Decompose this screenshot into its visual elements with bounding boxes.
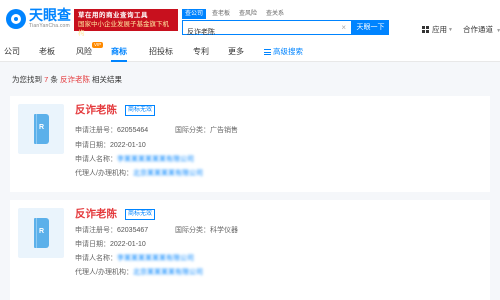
result-count: 7: [44, 75, 49, 84]
advanced-search-label: 高级搜索: [273, 47, 303, 56]
date-label: 申请日期：: [75, 241, 110, 248]
tab-boss[interactable]: 老板: [39, 46, 55, 58]
search-type-tabs: 查公司 查老板 查风险 查关系: [182, 9, 290, 19]
partner-label: 合作通道: [463, 25, 493, 34]
apps-menu[interactable]: 应用 ▼: [422, 24, 453, 35]
class-value: 广告销售: [210, 127, 238, 134]
tab-more[interactable]: 更多: [228, 46, 244, 58]
reg-no-label: 申请注册号：: [75, 127, 117, 134]
trademark-card[interactable]: R 反诈老陈 商标无效 申请注册号：62035467 国际分类：科学仪器 申请日…: [10, 200, 490, 300]
tab-bidding[interactable]: 招投标: [149, 46, 173, 58]
tab-trademark[interactable]: 商标: [111, 46, 127, 58]
reg-no-value: 62055464: [117, 127, 149, 134]
clear-icon[interactable]: ×: [341, 23, 346, 33]
status-badge: 商标无效: [125, 105, 156, 116]
applicant-row: 申请人名称：李某某某某某某有限公司: [75, 254, 194, 264]
ad-line-1: 草在用的商业查询工具: [78, 12, 148, 19]
logo-domain: TianYanCha.com: [29, 23, 70, 29]
search-button[interactable]: 天眼一下: [352, 20, 389, 35]
vip-badge: VIP: [92, 42, 104, 48]
top-header: 天眼查 TianYanCha.com 草在用的商业查询工具 国家中小企业发展子基…: [0, 0, 500, 42]
chevron-down-icon: ▼: [496, 28, 500, 34]
tab-risk[interactable]: 风险: [76, 46, 92, 58]
partner-menu[interactable]: 合作通道 ▼: [463, 24, 500, 35]
agent-row: 代理人/办理机构：北京某某某某有限公司: [75, 268, 203, 278]
reg-no-row: 申请注册号：62035467: [75, 226, 148, 236]
filter-icon: [264, 49, 271, 55]
agent-label: 代理人/办理机构：: [75, 170, 133, 177]
agent-row: 代理人/办理机构：北京某某某某有限公司: [75, 169, 203, 179]
search-box: ×: [182, 20, 352, 39]
date-label: 申请日期：: [75, 142, 110, 149]
class-value: 科学仪器: [210, 227, 238, 234]
grid-icon: [422, 26, 429, 33]
result-summary: 为您找到 7 条 反诈老陈 相关结果: [12, 74, 122, 85]
chevron-down-icon: ▼: [448, 26, 453, 33]
applicant-link[interactable]: 李某某某某某某有限公司: [117, 156, 194, 163]
class-label: 国际分类：: [175, 227, 210, 234]
date-value: 2022-01-10: [110, 142, 146, 149]
active-tab-indicator: [111, 60, 127, 62]
class-label: 国际分类：: [175, 127, 210, 134]
agent-label: 代理人/办理机构：: [75, 269, 133, 276]
ad-line-2: 国家中小企业发展子基金旗下机构: [78, 21, 169, 37]
result-keyword: 反诈老陈: [59, 75, 90, 84]
date-row: 申请日期：2022-01-10: [75, 240, 146, 250]
result-prefix: 为您找到: [12, 75, 42, 84]
reg-no-value: 62035467: [117, 227, 149, 234]
tab-company[interactable]: 公司: [4, 46, 20, 58]
result-unit: 条: [50, 75, 58, 84]
trademark-title[interactable]: 反诈老陈: [75, 103, 117, 117]
trademark-title[interactable]: 反诈老陈: [75, 207, 117, 221]
search-tab-relation[interactable]: 查关系: [263, 9, 287, 19]
search-tab-risk[interactable]: 查风险: [236, 9, 260, 19]
trademark-thumbnail[interactable]: R: [18, 104, 64, 154]
logo[interactable]: 天眼查 TianYanCha.com: [6, 8, 71, 30]
trademark-book-icon: R: [34, 218, 49, 248]
search-tab-company[interactable]: 查公司: [182, 9, 207, 19]
applicant-row: 申请人名称：李某某某某某某有限公司: [75, 155, 194, 165]
ad-banner[interactable]: 草在用的商业查询工具 国家中小企业发展子基金旗下机构: [74, 9, 178, 37]
advanced-search-link[interactable]: 高级搜索: [264, 46, 303, 58]
date-value: 2022-01-10: [110, 241, 146, 248]
trademark-book-icon: R: [34, 114, 49, 144]
applicant-label: 申请人名称：: [75, 255, 117, 262]
logo-eye-icon: [6, 9, 26, 29]
search-tab-boss[interactable]: 查老板: [209, 9, 233, 19]
search-input[interactable]: [183, 25, 333, 39]
reg-no-row: 申请注册号：62055464: [75, 126, 148, 136]
category-nav: 公司 老板 风险 VIP 商标 招投标 专利 更多 高级搜索: [0, 42, 500, 62]
trademark-card[interactable]: R 反诈老陈 商标无效 申请注册号：62055464 国际分类：广告销售 申请日…: [10, 96, 490, 192]
reg-no-label: 申请注册号：: [75, 227, 117, 234]
apps-label: 应用: [432, 25, 447, 34]
applicant-link[interactable]: 李某某某某某某有限公司: [117, 255, 194, 262]
agent-link[interactable]: 北京某某某某有限公司: [133, 269, 203, 276]
applicant-label: 申请人名称：: [75, 156, 117, 163]
class-row: 国际分类：广告销售: [175, 126, 238, 136]
date-row: 申请日期：2022-01-10: [75, 141, 146, 151]
status-badge: 商标无效: [125, 209, 156, 220]
agent-link[interactable]: 北京某某某某有限公司: [133, 170, 203, 177]
class-row: 国际分类：科学仪器: [175, 226, 238, 236]
result-suffix: 相关结果: [92, 75, 123, 84]
trademark-thumbnail[interactable]: R: [18, 208, 64, 258]
tab-patent[interactable]: 专利: [193, 46, 209, 58]
logo-name: 天眼查: [29, 7, 71, 23]
